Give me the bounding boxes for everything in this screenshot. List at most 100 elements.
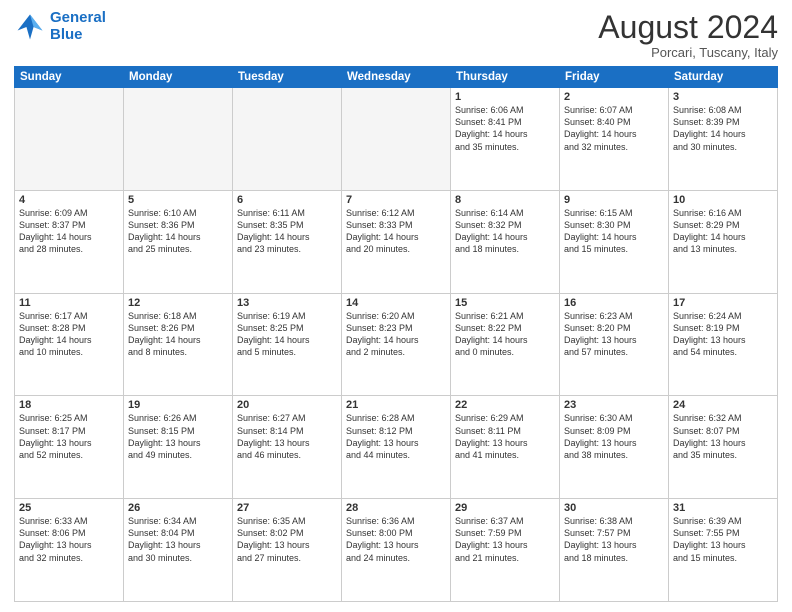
day-number: 20 [237, 399, 337, 411]
day-number: 23 [564, 399, 664, 411]
day-info: Sunrise: 6:11 AM Sunset: 8:35 PM Dayligh… [237, 207, 337, 256]
calendar-cell: 12Sunrise: 6:18 AM Sunset: 8:26 PM Dayli… [124, 293, 233, 396]
day-info: Sunrise: 6:10 AM Sunset: 8:36 PM Dayligh… [128, 207, 228, 256]
logo-icon [14, 11, 46, 43]
day-number: 9 [564, 194, 664, 206]
day-number: 13 [237, 297, 337, 309]
day-number: 14 [346, 297, 446, 309]
day-info: Sunrise: 6:27 AM Sunset: 8:14 PM Dayligh… [237, 412, 337, 461]
logo-line1: General [50, 9, 106, 26]
calendar-week-0: 1Sunrise: 6:06 AM Sunset: 8:41 PM Daylig… [15, 88, 778, 191]
day-number: 16 [564, 297, 664, 309]
day-info: Sunrise: 6:29 AM Sunset: 8:11 PM Dayligh… [455, 412, 555, 461]
calendar-cell: 27Sunrise: 6:35 AM Sunset: 8:02 PM Dayli… [233, 499, 342, 602]
calendar-table: SundayMondayTuesdayWednesdayThursdayFrid… [14, 66, 778, 602]
day-info: Sunrise: 6:07 AM Sunset: 8:40 PM Dayligh… [564, 104, 664, 153]
day-number: 22 [455, 399, 555, 411]
calendar-cell: 9Sunrise: 6:15 AM Sunset: 8:30 PM Daylig… [560, 190, 669, 293]
calendar-cell: 31Sunrise: 6:39 AM Sunset: 7:55 PM Dayli… [669, 499, 778, 602]
calendar-cell: 15Sunrise: 6:21 AM Sunset: 8:22 PM Dayli… [451, 293, 560, 396]
day-number: 26 [128, 502, 228, 514]
day-number: 15 [455, 297, 555, 309]
day-info: Sunrise: 6:12 AM Sunset: 8:33 PM Dayligh… [346, 207, 446, 256]
day-info: Sunrise: 6:08 AM Sunset: 8:39 PM Dayligh… [673, 104, 773, 153]
day-info: Sunrise: 6:33 AM Sunset: 8:06 PM Dayligh… [19, 515, 119, 564]
location: Porcari, Tuscany, Italy [598, 45, 778, 60]
calendar-cell [342, 88, 451, 191]
calendar-cell: 13Sunrise: 6:19 AM Sunset: 8:25 PM Dayli… [233, 293, 342, 396]
day-info: Sunrise: 6:18 AM Sunset: 8:26 PM Dayligh… [128, 310, 228, 359]
day-number: 11 [19, 297, 119, 309]
day-number: 19 [128, 399, 228, 411]
day-info: Sunrise: 6:06 AM Sunset: 8:41 PM Dayligh… [455, 104, 555, 153]
calendar-cell: 19Sunrise: 6:26 AM Sunset: 8:15 PM Dayli… [124, 396, 233, 499]
day-info: Sunrise: 6:39 AM Sunset: 7:55 PM Dayligh… [673, 515, 773, 564]
day-info: Sunrise: 6:09 AM Sunset: 8:37 PM Dayligh… [19, 207, 119, 256]
day-number: 5 [128, 194, 228, 206]
day-info: Sunrise: 6:15 AM Sunset: 8:30 PM Dayligh… [564, 207, 664, 256]
day-info: Sunrise: 6:17 AM Sunset: 8:28 PM Dayligh… [19, 310, 119, 359]
calendar-cell: 14Sunrise: 6:20 AM Sunset: 8:23 PM Dayli… [342, 293, 451, 396]
logo-text: General Blue [50, 10, 106, 43]
calendar-week-1: 4Sunrise: 6:09 AM Sunset: 8:37 PM Daylig… [15, 190, 778, 293]
day-number: 18 [19, 399, 119, 411]
calendar-week-4: 25Sunrise: 6:33 AM Sunset: 8:06 PM Dayli… [15, 499, 778, 602]
calendar-cell: 3Sunrise: 6:08 AM Sunset: 8:39 PM Daylig… [669, 88, 778, 191]
day-info: Sunrise: 6:37 AM Sunset: 7:59 PM Dayligh… [455, 515, 555, 564]
day-number: 17 [673, 297, 773, 309]
day-number: 10 [673, 194, 773, 206]
calendar-header-friday: Friday [560, 67, 669, 88]
calendar-cell: 30Sunrise: 6:38 AM Sunset: 7:57 PM Dayli… [560, 499, 669, 602]
calendar-cell: 26Sunrise: 6:34 AM Sunset: 8:04 PM Dayli… [124, 499, 233, 602]
calendar-cell: 20Sunrise: 6:27 AM Sunset: 8:14 PM Dayli… [233, 396, 342, 499]
day-number: 31 [673, 502, 773, 514]
header: General Blue August 2024 Porcari, Tuscan… [14, 10, 778, 60]
day-info: Sunrise: 6:32 AM Sunset: 8:07 PM Dayligh… [673, 412, 773, 461]
calendar-cell: 10Sunrise: 6:16 AM Sunset: 8:29 PM Dayli… [669, 190, 778, 293]
day-info: Sunrise: 6:16 AM Sunset: 8:29 PM Dayligh… [673, 207, 773, 256]
calendar-cell: 17Sunrise: 6:24 AM Sunset: 8:19 PM Dayli… [669, 293, 778, 396]
logo: General Blue [14, 10, 106, 43]
day-info: Sunrise: 6:25 AM Sunset: 8:17 PM Dayligh… [19, 412, 119, 461]
day-number: 30 [564, 502, 664, 514]
day-number: 25 [19, 502, 119, 514]
calendar-cell [124, 88, 233, 191]
day-number: 12 [128, 297, 228, 309]
calendar-cell [15, 88, 124, 191]
calendar-cell: 16Sunrise: 6:23 AM Sunset: 8:20 PM Dayli… [560, 293, 669, 396]
day-info: Sunrise: 6:21 AM Sunset: 8:22 PM Dayligh… [455, 310, 555, 359]
day-info: Sunrise: 6:20 AM Sunset: 8:23 PM Dayligh… [346, 310, 446, 359]
calendar-cell: 7Sunrise: 6:12 AM Sunset: 8:33 PM Daylig… [342, 190, 451, 293]
day-info: Sunrise: 6:14 AM Sunset: 8:32 PM Dayligh… [455, 207, 555, 256]
day-number: 24 [673, 399, 773, 411]
day-info: Sunrise: 6:23 AM Sunset: 8:20 PM Dayligh… [564, 310, 664, 359]
day-info: Sunrise: 6:26 AM Sunset: 8:15 PM Dayligh… [128, 412, 228, 461]
calendar-cell: 21Sunrise: 6:28 AM Sunset: 8:12 PM Dayli… [342, 396, 451, 499]
day-number: 8 [455, 194, 555, 206]
day-number: 29 [455, 502, 555, 514]
logo-line2: Blue [50, 26, 83, 43]
day-number: 6 [237, 194, 337, 206]
calendar-cell: 5Sunrise: 6:10 AM Sunset: 8:36 PM Daylig… [124, 190, 233, 293]
day-number: 7 [346, 194, 446, 206]
calendar-cell: 28Sunrise: 6:36 AM Sunset: 8:00 PM Dayli… [342, 499, 451, 602]
calendar-cell: 22Sunrise: 6:29 AM Sunset: 8:11 PM Dayli… [451, 396, 560, 499]
day-number: 21 [346, 399, 446, 411]
calendar-week-2: 11Sunrise: 6:17 AM Sunset: 8:28 PM Dayli… [15, 293, 778, 396]
day-info: Sunrise: 6:34 AM Sunset: 8:04 PM Dayligh… [128, 515, 228, 564]
calendar-cell: 1Sunrise: 6:06 AM Sunset: 8:41 PM Daylig… [451, 88, 560, 191]
calendar-header-monday: Monday [124, 67, 233, 88]
title-block: August 2024 Porcari, Tuscany, Italy [598, 10, 778, 60]
calendar-cell: 18Sunrise: 6:25 AM Sunset: 8:17 PM Dayli… [15, 396, 124, 499]
day-info: Sunrise: 6:28 AM Sunset: 8:12 PM Dayligh… [346, 412, 446, 461]
page: General Blue August 2024 Porcari, Tuscan… [0, 0, 792, 612]
calendar-cell: 2Sunrise: 6:07 AM Sunset: 8:40 PM Daylig… [560, 88, 669, 191]
day-info: Sunrise: 6:38 AM Sunset: 7:57 PM Dayligh… [564, 515, 664, 564]
calendar-cell: 23Sunrise: 6:30 AM Sunset: 8:09 PM Dayli… [560, 396, 669, 499]
calendar-cell: 6Sunrise: 6:11 AM Sunset: 8:35 PM Daylig… [233, 190, 342, 293]
day-info: Sunrise: 6:19 AM Sunset: 8:25 PM Dayligh… [237, 310, 337, 359]
day-number: 4 [19, 194, 119, 206]
day-info: Sunrise: 6:30 AM Sunset: 8:09 PM Dayligh… [564, 412, 664, 461]
calendar-week-3: 18Sunrise: 6:25 AM Sunset: 8:17 PM Dayli… [15, 396, 778, 499]
calendar-header-sunday: Sunday [15, 67, 124, 88]
